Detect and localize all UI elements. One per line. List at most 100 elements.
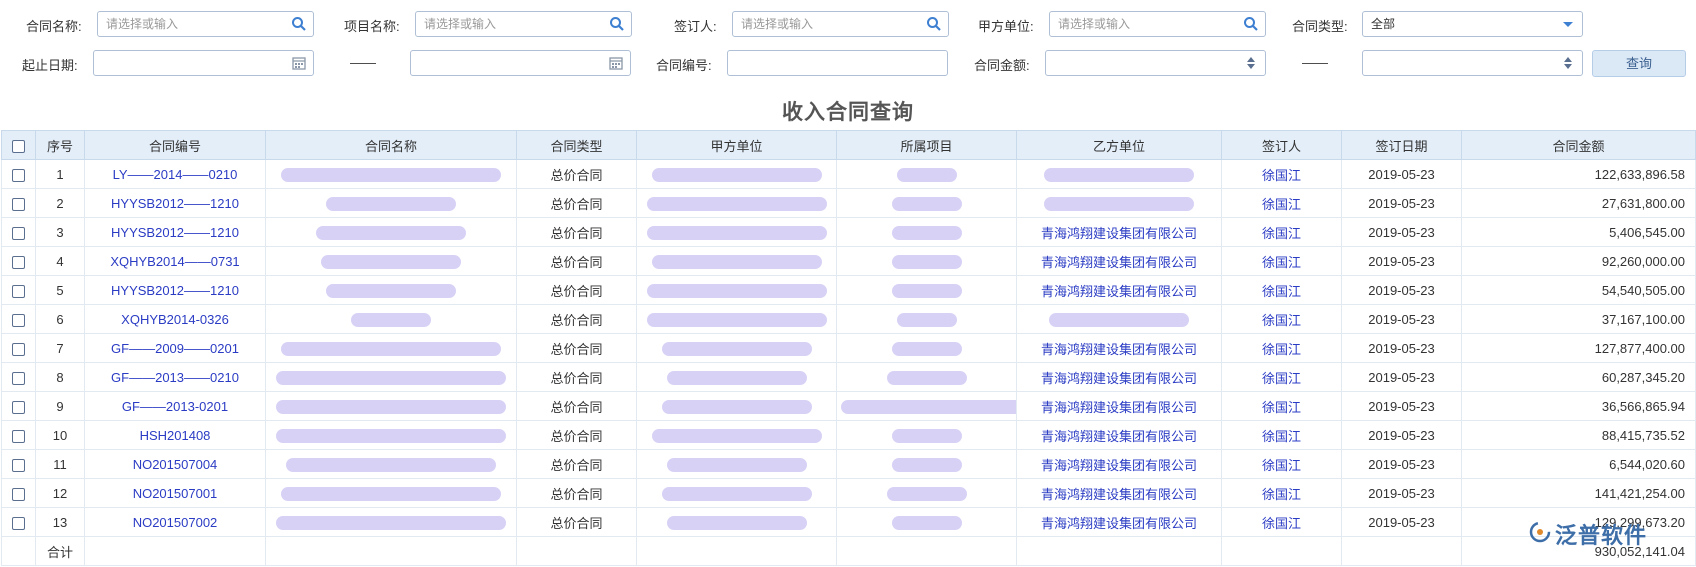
cell-contract-no[interactable]: NO201507004 [84, 449, 266, 479]
table-row[interactable]: 13 NO201507002 总价合同 青海鸿翔建设集团有限公司 徐国江 2019-05-… [1, 507, 1696, 537]
row-checkbox[interactable] [12, 313, 25, 327]
table-row[interactable]: 9 GF——2013-0201 总价合同 青海鸿翔建设集团有限公司 徐国江 2019-05… [1, 391, 1696, 421]
col-header-contract-no[interactable]: 合同编号 [84, 130, 266, 160]
row-checkbox[interactable] [12, 168, 25, 182]
contract-no-input[interactable] [727, 50, 948, 76]
col-header-project[interactable]: 所属项目 [836, 130, 1017, 160]
cell-signer[interactable]: 徐国江 [1221, 478, 1342, 508]
col-header-contract-name[interactable]: 合同名称 [265, 130, 517, 160]
end-date-input[interactable] [410, 50, 631, 76]
cell-signer[interactable]: 徐国江 [1221, 449, 1342, 479]
row-checkbox[interactable] [12, 487, 25, 501]
calendar-icon[interactable] [608, 55, 624, 71]
table-row[interactable]: 4 XQHYB2014——0731 总价合同 青海鸿翔建设集团有限公司 徐国江 2019-… [1, 246, 1696, 276]
table-row[interactable]: 6 XQHYB2014-0326 总价合同 徐国江 2019-05-23 37,167,1… [1, 304, 1696, 334]
cell-contract-no[interactable]: NO201507002 [84, 507, 266, 537]
search-icon[interactable] [1243, 16, 1259, 32]
search-icon[interactable] [926, 16, 942, 32]
cell-project [836, 217, 1017, 247]
table-row[interactable]: 2 HYYSB2012——1210 总价合同 徐国江 2019-05-23 27,631,… [1, 188, 1696, 218]
row-checkbox-cell[interactable] [1, 188, 36, 218]
chevron-down-icon[interactable] [1560, 16, 1576, 32]
search-icon[interactable] [291, 16, 307, 32]
table-row[interactable]: 11 NO201507004 总价合同 青海鸿翔建设集团有限公司 徐国江 2019-05-… [1, 449, 1696, 479]
row-checkbox-cell[interactable] [1, 275, 36, 305]
party-a-input[interactable]: 请选择或输入 [1049, 11, 1266, 37]
table-row[interactable]: 8 GF——2013——0210 总价合同 青海鸿翔建设集团有限公司 徐国江 2019-0… [1, 362, 1696, 392]
table-row[interactable]: 3 HYYSB2012——1210 总价合同 青海鸿翔建设集团有限公司 徐国江 2019-… [1, 217, 1696, 247]
row-checkbox[interactable] [12, 516, 25, 530]
query-button[interactable]: 查询 [1592, 50, 1686, 77]
row-checkbox-cell[interactable] [1, 362, 36, 392]
row-checkbox-cell[interactable] [1, 420, 36, 450]
contract-name-input[interactable]: 请选择或输入 [97, 11, 314, 37]
row-checkbox-cell[interactable] [1, 304, 36, 334]
row-checkbox-cell[interactable] [1, 217, 36, 247]
cell-signer[interactable]: 徐国江 [1221, 217, 1342, 247]
cell-signer[interactable]: 徐国江 [1221, 246, 1342, 276]
stepper-icon[interactable] [1560, 55, 1576, 71]
col-header-sign-date[interactable]: 签订日期 [1341, 130, 1462, 160]
cell-contract-no[interactable]: XQHYB2014——0731 [84, 246, 266, 276]
row-checkbox[interactable] [12, 255, 25, 269]
row-checkbox-cell[interactable] [1, 159, 36, 189]
select-all-checkbox-cell[interactable] [1, 130, 36, 160]
table-row[interactable]: 7 GF——2009——0201 总价合同 青海鸿翔建设集团有限公司 徐国江 2019-0… [1, 333, 1696, 363]
cell-contract-no[interactable]: HYYSB2012——1210 [84, 275, 266, 305]
cell-signer[interactable]: 徐国江 [1221, 304, 1342, 334]
table-row[interactable]: 5 HYYSB2012——1210 总价合同 青海鸿翔建设集团有限公司 徐国江 2019-… [1, 275, 1696, 305]
row-checkbox[interactable] [12, 429, 25, 443]
project-name-input[interactable]: 请选择或输入 [415, 11, 632, 37]
contract-type-select[interactable]: 全部 [1362, 11, 1583, 37]
row-checkbox[interactable] [12, 197, 25, 211]
row-checkbox-cell[interactable] [1, 246, 36, 276]
cell-signer[interactable]: 徐国江 [1221, 275, 1342, 305]
cell-signer[interactable]: 徐国江 [1221, 333, 1342, 363]
col-header-party-a[interactable]: 甲方单位 [636, 130, 837, 160]
col-header-signer[interactable]: 签订人 [1221, 130, 1342, 160]
amount-max-input[interactable] [1362, 50, 1583, 76]
col-header-party-b[interactable]: 乙方单位 [1016, 130, 1222, 160]
search-icon[interactable] [609, 16, 625, 32]
row-checkbox[interactable] [12, 400, 25, 414]
row-checkbox[interactable] [12, 371, 25, 385]
row-checkbox-cell[interactable] [1, 333, 36, 363]
table-row[interactable]: 10 HSH201408 总价合同 青海鸿翔建设集团有限公司 徐国江 2019-05-23… [1, 420, 1696, 450]
row-checkbox[interactable] [12, 458, 25, 472]
cell-contract-no[interactable]: LY——2014——0210 [84, 159, 266, 189]
row-checkbox-cell[interactable] [1, 391, 36, 421]
row-checkbox-cell[interactable] [1, 478, 36, 508]
cell-signer[interactable]: 徐国江 [1221, 188, 1342, 218]
cell-signer[interactable]: 徐国江 [1221, 391, 1342, 421]
cell-contract-no[interactable]: NO201507001 [84, 478, 266, 508]
cell-contract-no[interactable]: GF——2013-0201 [84, 391, 266, 421]
cell-project [836, 420, 1017, 450]
calendar-icon[interactable] [291, 55, 307, 71]
col-header-amount[interactable]: 合同金额 [1461, 130, 1696, 160]
row-checkbox-cell[interactable] [1, 507, 36, 537]
select-all-checkbox[interactable] [12, 139, 25, 153]
cell-sign-date: 2019-05-23 [1341, 362, 1462, 392]
cell-contract-no[interactable]: GF——2009——0201 [84, 333, 266, 363]
amount-min-input[interactable] [1045, 50, 1266, 76]
cell-contract-no[interactable]: HYYSB2012——1210 [84, 188, 266, 218]
cell-contract-no[interactable]: HYYSB2012——1210 [84, 217, 266, 247]
cell-signer[interactable]: 徐国江 [1221, 507, 1342, 537]
table-row[interactable]: 12 NO201507001 总价合同 青海鸿翔建设集团有限公司 徐国江 2019-05-… [1, 478, 1696, 508]
cell-signer[interactable]: 徐国江 [1221, 362, 1342, 392]
row-checkbox[interactable] [12, 342, 25, 356]
row-checkbox[interactable] [12, 226, 25, 240]
col-header-contract-type[interactable]: 合同类型 [516, 130, 637, 160]
stepper-icon[interactable] [1243, 55, 1259, 71]
table-row[interactable]: 1 LY——2014——0210 总价合同 徐国江 2019-05-23 122,633,… [1, 159, 1696, 189]
row-checkbox-cell[interactable] [1, 449, 36, 479]
row-checkbox[interactable] [12, 284, 25, 298]
start-date-input[interactable] [93, 50, 314, 76]
cell-contract-no[interactable]: HSH201408 [84, 420, 266, 450]
cell-signer[interactable]: 徐国江 [1221, 420, 1342, 450]
signer-input[interactable]: 请选择或输入 [732, 11, 949, 37]
col-header-seq[interactable]: 序号 [35, 130, 85, 160]
cell-contract-no[interactable]: GF——2013——0210 [84, 362, 266, 392]
cell-contract-no[interactable]: XQHYB2014-0326 [84, 304, 266, 334]
cell-signer[interactable]: 徐国江 [1221, 159, 1342, 189]
